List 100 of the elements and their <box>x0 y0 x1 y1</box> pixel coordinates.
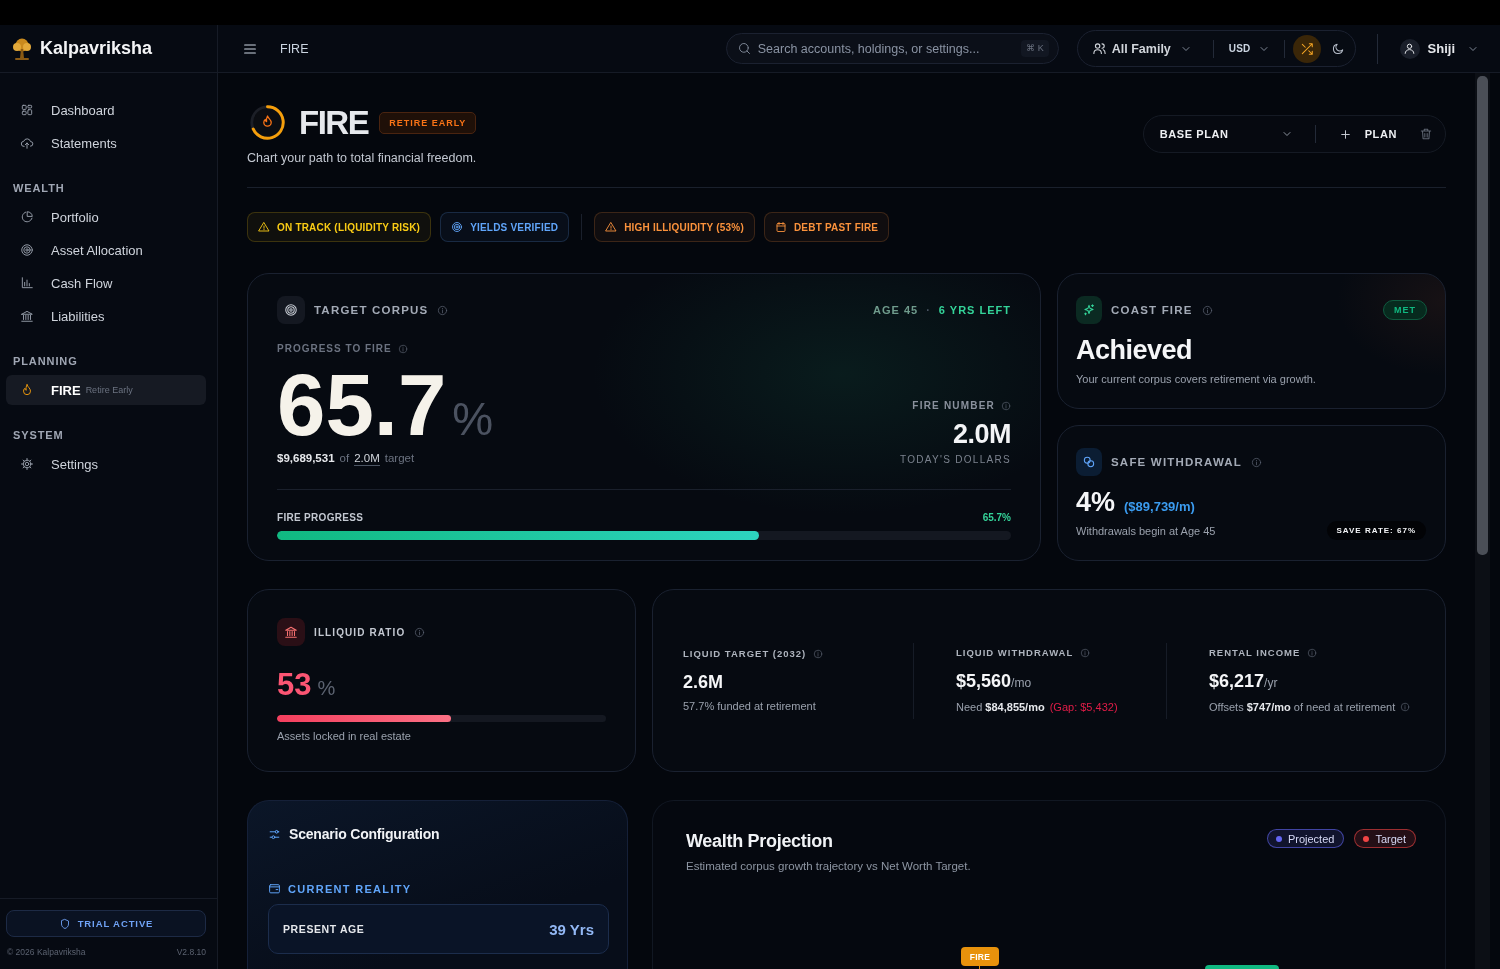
save-rate-badge: SAVE RATE: 67% <box>1326 521 1426 540</box>
sidebar-item[interactable]: Portfolio <box>6 202 206 232</box>
family-dropdown[interactable]: All Family <box>1091 41 1192 56</box>
page-title: FIRE <box>299 104 369 141</box>
trial-status-button[interactable]: TRIAL ACTIVE <box>6 910 206 937</box>
withdrawal-note: Withdrawals begin at Age 45 <box>1076 523 1216 538</box>
gap-amount: (Gap: $5,432) <box>1049 700 1118 714</box>
retirement-age: AGE 45 <box>873 304 919 316</box>
shuffle-toggle[interactable] <box>1292 34 1321 63</box>
warning-icon <box>605 221 618 233</box>
card-title: TARGET CORPUS <box>314 304 429 316</box>
years-left: 6 YRS LEFT <box>938 304 1011 316</box>
of-text: of <box>339 451 350 465</box>
fire-number-label: FIRE NUMBER <box>912 400 995 412</box>
progress-label: PROGRESS TO FIRE <box>277 343 392 355</box>
add-plan-button[interactable]: PLAN <box>1338 127 1397 141</box>
flame-ring-icon <box>249 104 286 141</box>
pie-chart-icon <box>20 210 34 224</box>
shuffle-icon <box>1299 41 1314 56</box>
withdrawal-rate: 4% <box>1076 487 1116 517</box>
coins-icon <box>1076 448 1102 476</box>
sidebar-item[interactable]: Settings <box>6 449 206 479</box>
bank-icon <box>277 618 305 646</box>
sidebar-item[interactable]: Liabilities <box>6 301 206 331</box>
fire-marker: FIRE <box>961 947 999 966</box>
info-icon <box>1201 304 1213 316</box>
info-icon <box>414 626 426 638</box>
stat-value: 2.6M <box>683 671 725 693</box>
status-badge: DEBT PAST FIRE <box>763 212 890 242</box>
plus-icon <box>1338 127 1352 141</box>
sidebar-item[interactable]: FIRE Retire Early <box>6 375 206 405</box>
illiquid-percent: 53 <box>277 668 312 702</box>
theme-toggle[interactable] <box>1330 41 1345 56</box>
users-icon <box>1091 41 1107 56</box>
card-subtitle: Estimated corpus growth trajectory vs Net Worth Target. <box>686 859 971 873</box>
shield-icon <box>58 917 71 930</box>
illiquid-note: Assets locked in real estate <box>277 729 412 743</box>
sidebar-item[interactable]: Asset Allocation <box>6 235 206 265</box>
percent-sign: % <box>452 392 494 446</box>
sliders-icon <box>268 827 281 841</box>
stat-note: 57.7% funded at retirement <box>683 699 816 713</box>
shortcut-hint: ⌘ K <box>1021 40 1049 57</box>
info-icon <box>397 344 408 354</box>
sidebar-item[interactable]: Dashboard <box>6 95 206 125</box>
status-badge: MET <box>1383 300 1427 320</box>
status-badge: ON TRACK (LIQUIDITY RISK) <box>247 212 432 242</box>
stat-value: $5,560/mo <box>956 670 1033 693</box>
card-title: Wealth Projection <box>686 830 834 853</box>
scrollbar-thumb[interactable] <box>1477 76 1488 555</box>
progress-bar-label: FIRE PROGRESS <box>277 512 364 524</box>
target-icon <box>20 243 34 257</box>
section-heading: SYSTEM <box>12 429 65 441</box>
coast-fire-status: Achieved <box>1076 334 1194 366</box>
stat-note: Need $84,855/mo <box>956 700 1045 714</box>
stat-label: LIQUID WITHDRAWAL <box>956 647 1074 659</box>
target-icon <box>451 221 464 233</box>
app-name: Kalpavriksha <box>40 38 153 59</box>
info-icon <box>1307 648 1318 658</box>
breadcrumb: FIRE <box>280 41 309 56</box>
legend-item: Target <box>1354 829 1416 848</box>
info-icon <box>1251 456 1263 468</box>
target-icon <box>277 296 305 324</box>
plan-dropdown[interactable]: BASE PLAN <box>1159 128 1293 140</box>
card-title: SAFE WITHDRAWAL <box>1111 456 1243 468</box>
currency-dropdown[interactable]: USD <box>1228 42 1270 55</box>
tree-logo-icon <box>10 36 34 61</box>
current-corpus: $9,689,531 <box>277 451 335 465</box>
avatar-icon <box>1399 38 1420 59</box>
section-heading: PLANNING <box>12 355 79 367</box>
info-icon <box>1001 401 1011 411</box>
settings-icon <box>20 457 34 471</box>
age-field[interactable]: PRESENT AGE 39 Yrs <box>268 904 609 954</box>
progress-percent: 65.7 <box>277 361 447 448</box>
scrollbar[interactable] <box>1475 73 1490 969</box>
sidebar-item[interactable]: Cash Flow <box>6 268 206 298</box>
bar-chart-icon <box>20 276 34 290</box>
user-menu[interactable]: Shiji <box>1399 38 1479 59</box>
card-title: COAST FIRE <box>1111 304 1193 316</box>
stat-label: LIQUID TARGET (2032) <box>683 648 807 660</box>
info-icon <box>813 649 824 659</box>
flame-icon <box>20 383 34 397</box>
stat-label: RENTAL INCOME <box>1209 647 1301 659</box>
coast-fire-description: Your current corpus covers retirement via growth. <box>1076 372 1317 386</box>
legend-item: Projected <box>1266 829 1345 848</box>
card-title: ILLIQUID RATIO <box>314 626 406 638</box>
page-tag: RETIRE EARLY <box>379 111 477 134</box>
withdrawal-amount: ($89,739/m) <box>1124 499 1195 514</box>
grid-icon <box>20 103 34 117</box>
cloud-upload-icon <box>20 136 34 150</box>
delete-plan-button[interactable] <box>1419 127 1433 141</box>
stat-note: Offsets $747/mo of need at retirement <box>1209 700 1396 714</box>
calendar-icon <box>774 221 787 233</box>
target-amount-link[interactable]: 2.0M <box>354 451 380 466</box>
sidebar-item[interactable]: Statements <box>6 128 206 158</box>
moon-icon <box>1330 41 1345 56</box>
info-icon <box>1080 648 1091 658</box>
section-heading: WEALTH <box>12 182 66 194</box>
status-badge: HIGH ILLIQUIDITY (53%) <box>594 212 755 242</box>
stat-value: $6,217/yr <box>1209 670 1279 693</box>
percent-sign: % <box>317 677 336 700</box>
